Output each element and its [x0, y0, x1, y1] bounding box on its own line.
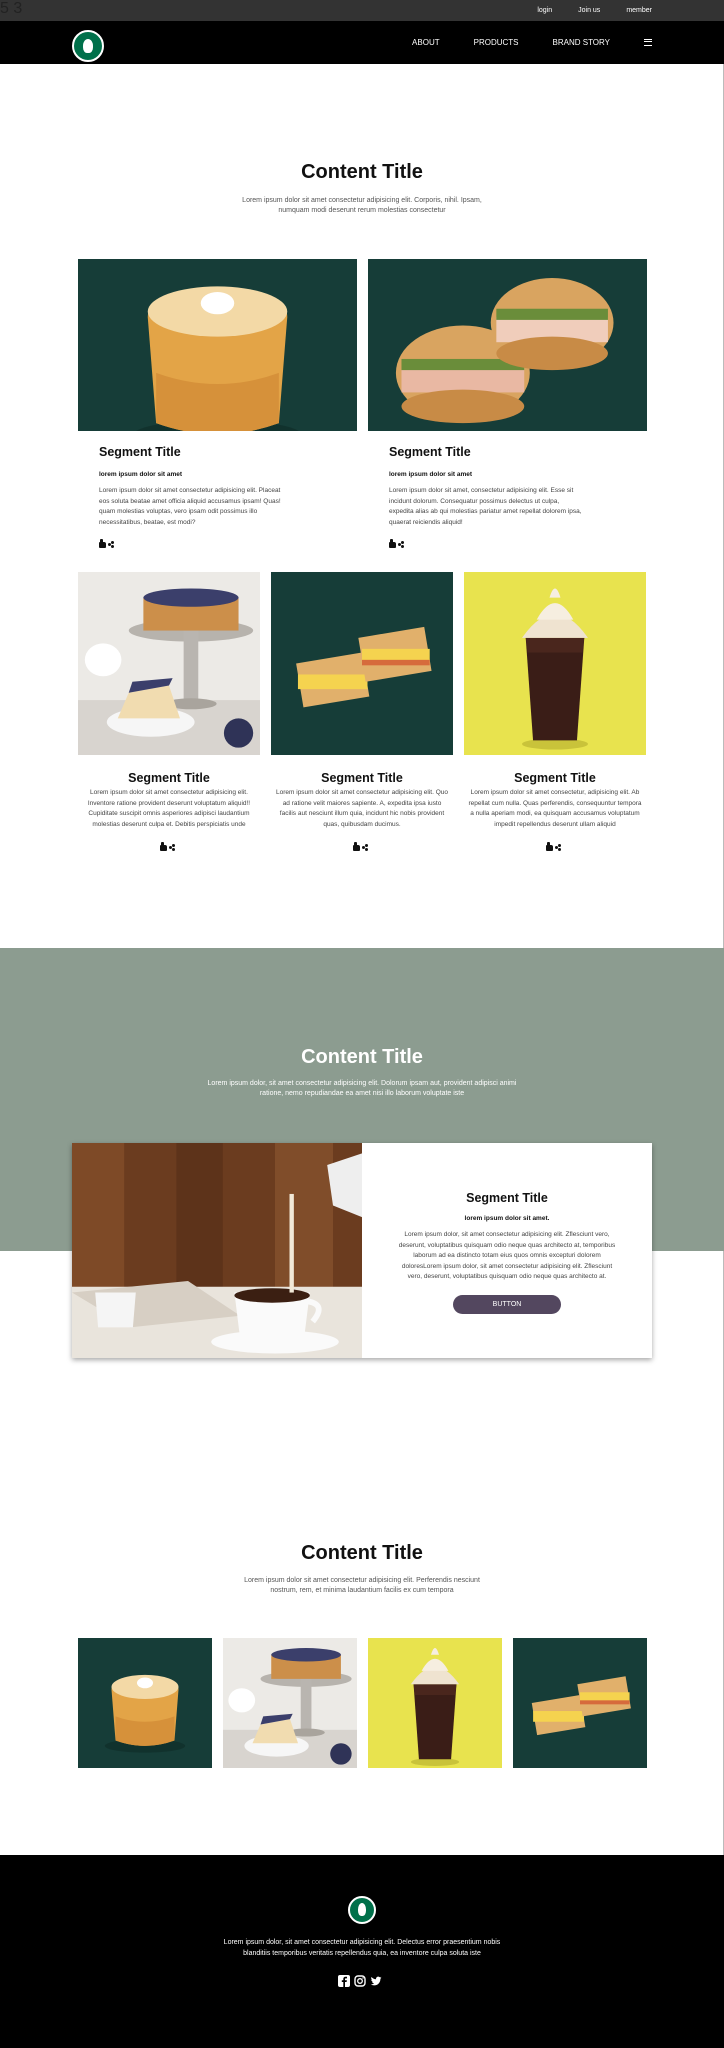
egg-sandwich-image [271, 572, 453, 755]
hamburger-icon[interactable] [644, 39, 652, 46]
card4-actions [353, 841, 368, 851]
twitter-icon[interactable] [370, 1974, 382, 1986]
share-icon[interactable] [108, 541, 114, 548]
footer-text: Lorem ipsum dolor, sit amet consectetur … [223, 1939, 501, 1957]
card1-actions [99, 538, 114, 548]
coffee-pour-image [72, 1143, 362, 1358]
feature-text: Lorem ipsum dolor, sit amet consectetur … [398, 1231, 616, 1280]
login-link[interactable]: login [537, 7, 552, 14]
card1-text: Lorem ipsum dolor sit amet consectetur a… [99, 487, 281, 526]
card3-text: Lorem ipsum dolor sit amet consectetur a… [87, 789, 251, 828]
feature-lead: lorem ipsum dolor sit amet. [464, 1215, 550, 1222]
card2-text: Lorem ipsum dolor sit amet, consectetur … [389, 487, 582, 526]
css3-icon: 3 [13, 0, 23, 17]
share-icon[interactable] [398, 541, 404, 548]
member-link[interactable]: member [626, 7, 652, 14]
share-icon[interactable] [362, 844, 368, 851]
section1-title: Content Title [301, 161, 423, 183]
thumbs-up-icon[interactable] [99, 538, 106, 548]
chiffon-cake-image [78, 259, 357, 431]
card1-lead: lorem ipsum dolor sit amet [99, 471, 183, 478]
thumbs-up-icon[interactable] [160, 841, 167, 851]
card4-text: Lorem ipsum dolor sit amet consectetur a… [276, 789, 448, 828]
gallery-item[interactable] [368, 1638, 502, 1768]
thumbs-up-icon[interactable] [546, 841, 553, 851]
feature-button[interactable]: BUTTON [453, 1295, 561, 1314]
card2-title: Segment Title [389, 445, 471, 459]
section3-title: Content Title [301, 1542, 423, 1564]
card1-title: Segment Title [99, 445, 181, 459]
tech-logos: 5 3 [0, 0, 22, 18]
card3-title: Segment Title [128, 771, 210, 785]
utility-links: login Join us member [537, 0, 652, 21]
card5-actions [546, 841, 561, 851]
share-icon[interactable] [555, 844, 561, 851]
gallery-item[interactable] [78, 1638, 212, 1768]
facebook-icon[interactable] [338, 1974, 350, 1987]
feature-card: Segment Title lorem ipsum dolor sit amet… [72, 1143, 652, 1358]
instagram-icon[interactable] [354, 1974, 366, 1987]
card3-actions [160, 841, 175, 851]
bagel-sandwich-image [368, 259, 647, 431]
join-link[interactable]: Join us [578, 7, 600, 14]
card4-title: Segment Title [321, 771, 403, 785]
section1-subtitle: Lorem ipsum dolor sit amet consectetur a… [242, 197, 482, 214]
cheesecake-image [78, 572, 260, 755]
card5-title: Segment Title [514, 771, 596, 785]
starbucks-logo[interactable] [72, 30, 104, 62]
gallery-item[interactable] [513, 1638, 647, 1768]
nav-brand-story[interactable]: BRAND STORY [553, 38, 611, 47]
thumbs-up-icon[interactable] [389, 538, 396, 548]
card2-lead: lorem ipsum dolor sit amet [389, 471, 473, 478]
html5-icon: 5 [0, 0, 9, 17]
feature-title: Segment Title [466, 1191, 548, 1205]
thumbs-up-icon[interactable] [353, 841, 360, 851]
card2-actions [389, 538, 404, 548]
share-icon[interactable] [169, 844, 175, 851]
footer-logo[interactable] [348, 1896, 376, 1924]
gallery-item[interactable] [223, 1638, 357, 1768]
card5-text: Lorem ipsum dolor sit amet consectetur, … [468, 789, 642, 828]
section3-subtitle: Lorem ipsum dolor sit amet consectetur a… [244, 1577, 480, 1594]
social-links [338, 1974, 382, 1987]
nav-products[interactable]: PRODUCTS [474, 38, 519, 47]
nav-links: ABOUT PRODUCTS BRAND STORY [412, 21, 652, 64]
frappuccino-image [464, 572, 646, 755]
nav-about[interactable]: ABOUT [412, 38, 440, 47]
section2-title: Content Title [301, 1046, 423, 1068]
section2-subtitle: Lorem ipsum dolor, sit amet consectetur … [207, 1080, 517, 1097]
